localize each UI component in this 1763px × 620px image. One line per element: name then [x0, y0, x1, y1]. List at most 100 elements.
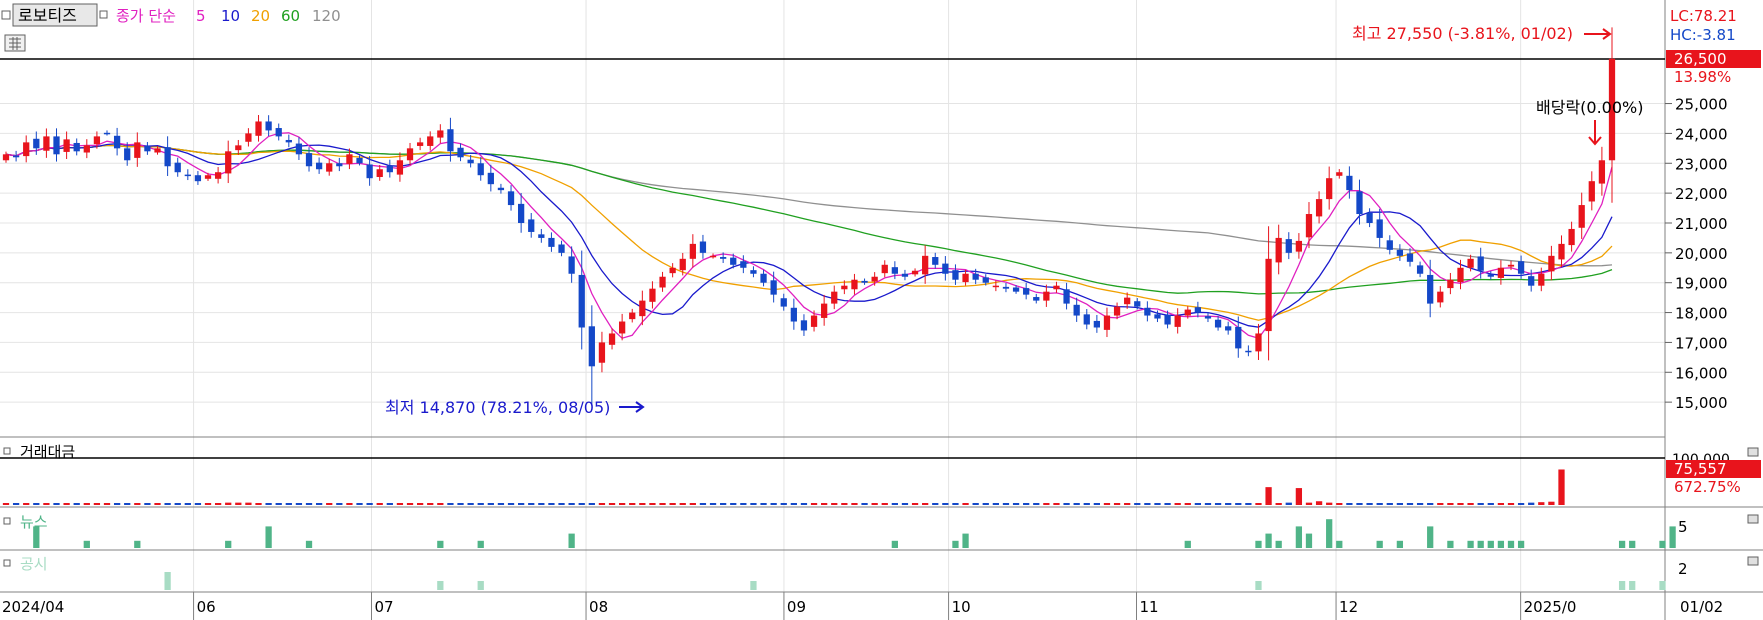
- candle-body: [831, 291, 838, 304]
- volume-bar: [1002, 503, 1010, 505]
- volume-toggle-icon[interactable]: [3, 447, 11, 455]
- news-bar: [305, 540, 313, 548]
- y-tick-label: 15,000: [1675, 394, 1728, 412]
- volume-bar: [103, 503, 111, 505]
- news-bar: [1376, 540, 1383, 548]
- ma-period-60[interactable]: 60: [281, 7, 300, 25]
- candle-body: [518, 203, 525, 223]
- candle-body: [285, 139, 292, 143]
- volume-bar: [1134, 503, 1141, 505]
- candle-body: [53, 136, 60, 155]
- ma-period-5[interactable]: 5: [196, 7, 206, 25]
- volume-bar: [245, 502, 252, 505]
- candle-body: [507, 191, 515, 206]
- volume-bar: [558, 503, 565, 505]
- news-bar: [1477, 540, 1484, 548]
- disclosure-toggle-icon[interactable]: [3, 559, 11, 567]
- candle-body: [911, 270, 919, 275]
- volume-bar: [669, 503, 676, 505]
- volume-close-icon[interactable]: [1747, 447, 1759, 457]
- volume-bar: [204, 503, 212, 505]
- candle-body: [1487, 274, 1494, 277]
- volume-bar: [952, 503, 959, 505]
- volume-bar: [760, 503, 767, 505]
- news-bar: [1629, 540, 1636, 548]
- ma-period-20[interactable]: 20: [251, 7, 270, 25]
- volume-bar: [2, 503, 10, 505]
- ma-period-120[interactable]: 120: [312, 7, 341, 25]
- candle-body: [1477, 256, 1484, 271]
- candle-body: [548, 237, 555, 247]
- news-bar: [1447, 540, 1454, 548]
- volume-bar: [851, 503, 858, 505]
- news-bar: [83, 540, 90, 548]
- volume-bar: [305, 503, 313, 505]
- volume-bar: [730, 503, 737, 505]
- y-tick-label: 18,000: [1675, 305, 1728, 323]
- x-tick-label: 2024/04: [2, 598, 64, 616]
- candle-body: [23, 142, 30, 157]
- candle-body: [538, 234, 545, 238]
- candle-body: [659, 276, 666, 288]
- candle-body: [2, 154, 10, 161]
- volume-bar: [982, 503, 989, 505]
- volume-bar: [356, 503, 363, 505]
- disclosure-close-icon[interactable]: [1747, 556, 1759, 566]
- volume-bar: [1204, 503, 1212, 505]
- volume-bar: [497, 503, 505, 505]
- candle-body: [730, 257, 737, 265]
- candle-body: [770, 280, 777, 295]
- volume-bar: [1346, 503, 1353, 505]
- news-toggle-icon[interactable]: [3, 517, 11, 525]
- volume-bar: [255, 503, 262, 505]
- volume-bar: [810, 503, 818, 505]
- volume-bar: [699, 503, 707, 505]
- candle-body: [1083, 314, 1090, 325]
- collapse-icon[interactable]: [1, 10, 11, 20]
- volume-bar: [396, 503, 404, 505]
- volume-bar: [1507, 503, 1515, 505]
- candle-body: [386, 165, 393, 173]
- volume-bar: [1538, 502, 1545, 505]
- candle-body: [12, 155, 20, 158]
- volume-bar: [881, 503, 888, 505]
- candle-body: [265, 121, 272, 131]
- news-close-icon[interactable]: [1747, 514, 1759, 524]
- volume-bar: [1497, 503, 1505, 505]
- ma-toggle-icon[interactable]: [99, 10, 108, 19]
- lc-indicator: LC:78.21: [1670, 7, 1737, 25]
- candle-body: [1558, 243, 1565, 260]
- candle-body: [356, 157, 363, 164]
- candle-body: [346, 154, 353, 164]
- candle-body: [194, 175, 202, 182]
- candle-body: [336, 163, 343, 167]
- candle-body: [366, 164, 373, 179]
- candle-body: [305, 153, 313, 167]
- candle-body: [1336, 172, 1343, 176]
- candle-body: [558, 244, 565, 253]
- volume-bar: [598, 503, 606, 505]
- news-bar: [1487, 540, 1494, 548]
- y-tick-label: 23,000: [1675, 155, 1728, 173]
- candle-body: [1467, 258, 1474, 268]
- volume-bar: [1528, 502, 1535, 505]
- hc-indicator: HC:-3.81: [1670, 26, 1736, 44]
- candle-body: [952, 270, 959, 280]
- volume-bar: [235, 502, 242, 505]
- x-tick-label: 06: [197, 598, 216, 616]
- volume-bar: [194, 503, 202, 505]
- volume-bar: [992, 503, 999, 505]
- candle-body: [295, 143, 303, 155]
- volume-bar: [416, 503, 424, 505]
- volume-bar: [1255, 503, 1262, 505]
- volume-bar: [1144, 503, 1151, 505]
- candle-body: [124, 148, 131, 161]
- candle-body: [174, 162, 181, 173]
- ma-period-10[interactable]: 10: [221, 7, 240, 25]
- volume-bar: [315, 503, 323, 505]
- candle-body: [103, 132, 111, 135]
- volume-bar: [23, 503, 30, 505]
- volume-bar: [831, 503, 838, 505]
- volume-bar: [922, 503, 929, 505]
- candle-body: [942, 263, 949, 274]
